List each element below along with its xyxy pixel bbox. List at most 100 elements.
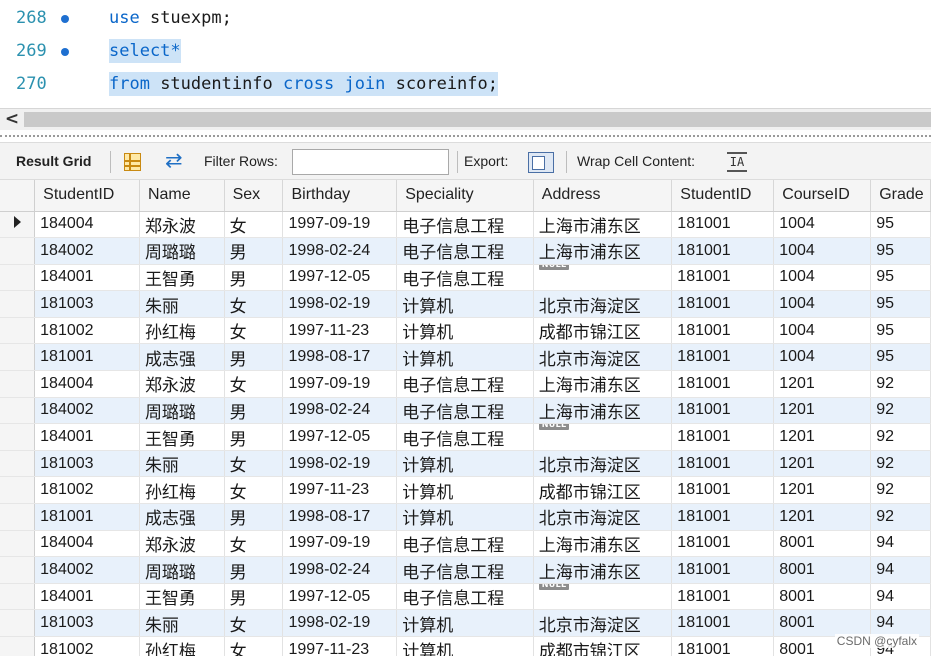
table-row[interactable]: 184001 王智勇男 1997-12-05 电子信息工程 NULL 181001 1004… bbox=[0, 264, 931, 292]
table-cell[interactable]: 男 bbox=[224, 397, 284, 425]
table-cell[interactable]: 1201 bbox=[773, 476, 872, 505]
export-icon[interactable] bbox=[528, 152, 554, 173]
table-cell[interactable]: 1201 bbox=[773, 370, 872, 398]
table-cell[interactable]: 184002 bbox=[34, 397, 140, 425]
table-row[interactable]: 181002 孙红梅女 1997-11-23 计算机 成都市锦江区 181001 1201 9… bbox=[0, 476, 931, 505]
table-cell[interactable]: 1998-02-19 bbox=[282, 450, 398, 478]
table-cell[interactable]: 1998-02-19 bbox=[282, 609, 398, 637]
table-cell[interactable]: 郑永波 bbox=[139, 530, 225, 558]
table-cell[interactable]: 女 bbox=[224, 476, 284, 505]
table-cell[interactable]: 王智勇 bbox=[139, 264, 225, 292]
table-cell[interactable]: 王智勇 bbox=[139, 583, 225, 611]
table-cell[interactable]: 北京市海淀区 bbox=[533, 343, 673, 372]
table-cell[interactable]: NULL bbox=[533, 264, 673, 292]
table-cell[interactable]: 184001 bbox=[34, 583, 140, 611]
table-cell[interactable]: 1997-09-19 bbox=[282, 530, 398, 558]
result-grid-tab[interactable]: Result Grid bbox=[16, 153, 91, 169]
table-row[interactable]: 184004 郑永波女 1997-09-19 电子信息工程 上海市浦东区 181001 12… bbox=[0, 370, 931, 398]
filter-rows-input[interactable] bbox=[292, 149, 449, 175]
table-cell[interactable]: 女 bbox=[224, 370, 284, 398]
table-cell[interactable]: 电子信息工程 bbox=[396, 397, 534, 425]
table-cell[interactable]: 181002 bbox=[34, 476, 140, 505]
table-cell[interactable]: 181003 bbox=[34, 609, 140, 637]
table-cell[interactable]: 计算机 bbox=[396, 609, 534, 637]
table-cell[interactable]: 男 bbox=[224, 556, 284, 584]
row-header[interactable] bbox=[0, 423, 36, 451]
table-cell[interactable]: 北京市海淀区 bbox=[533, 290, 673, 318]
column-header[interactable]: Address bbox=[533, 180, 673, 212]
row-header[interactable] bbox=[0, 476, 36, 505]
table-cell[interactable]: 1998-08-17 bbox=[282, 503, 398, 531]
table-cell[interactable]: 8001 bbox=[773, 583, 872, 611]
table-cell[interactable]: 181001 bbox=[34, 343, 140, 372]
table-row[interactable]: 184002 周璐璐男 1998-02-24 电子信息工程 上海市浦东区 181001 12… bbox=[0, 397, 931, 425]
table-cell[interactable]: 95 bbox=[870, 343, 931, 372]
table-cell[interactable]: 1004 bbox=[773, 211, 872, 239]
table-cell[interactable]: 女 bbox=[224, 530, 284, 558]
row-header[interactable] bbox=[0, 370, 36, 398]
table-cell[interactable]: 92 bbox=[870, 503, 931, 531]
table-row[interactable]: 184002 周璐璐男 1998-02-24 电子信息工程 上海市浦东区 181001 80… bbox=[0, 556, 931, 584]
table-cell[interactable]: 184004 bbox=[34, 211, 140, 239]
table-cell[interactable]: 1998-02-19 bbox=[282, 290, 398, 318]
table-cell[interactable]: 181001 bbox=[671, 370, 775, 398]
table-cell[interactable]: 计算机 bbox=[396, 476, 534, 505]
table-cell[interactable]: 1201 bbox=[773, 503, 872, 531]
table-row[interactable]: 181003 朱丽女 1998-02-19 计算机 北京市海淀区 181001 8001 94 bbox=[0, 609, 931, 637]
table-cell[interactable]: 成都市锦江区 bbox=[533, 476, 673, 505]
table-cell[interactable]: 94 bbox=[870, 609, 931, 637]
table-cell[interactable]: 电子信息工程 bbox=[396, 211, 534, 239]
table-cell[interactable]: 181001 bbox=[671, 264, 775, 292]
table-row[interactable]: 184004 郑永波女 1997-09-19 电子信息工程 上海市浦东区 181001 80… bbox=[0, 530, 931, 558]
table-cell[interactable]: NULL bbox=[533, 423, 673, 451]
table-cell[interactable]: 181001 bbox=[34, 503, 140, 531]
table-cell[interactable]: 上海市浦东区 bbox=[533, 556, 673, 584]
table-cell[interactable]: 181002 bbox=[34, 317, 140, 345]
table-row[interactable]: 184001 王智勇男 1997-12-05 电子信息工程 NULL 181001 8001… bbox=[0, 583, 931, 611]
table-cell[interactable]: 男 bbox=[224, 583, 284, 611]
table-cell[interactable]: NULL bbox=[533, 583, 673, 611]
table-cell[interactable]: 1997-09-19 bbox=[282, 211, 398, 239]
table-cell[interactable]: 孙红梅 bbox=[139, 476, 225, 505]
table-cell[interactable]: 1998-08-17 bbox=[282, 343, 398, 372]
table-cell[interactable]: 181001 bbox=[671, 476, 775, 505]
table-cell[interactable]: 95 bbox=[870, 290, 931, 318]
row-header[interactable] bbox=[0, 530, 36, 558]
table-cell[interactable]: 上海市浦东区 bbox=[533, 370, 673, 398]
table-cell[interactable]: 女 bbox=[224, 450, 284, 478]
table-cell[interactable]: 1998-02-24 bbox=[282, 237, 398, 265]
column-header[interactable]: Birthday bbox=[282, 180, 398, 212]
table-cell[interactable]: 181001 bbox=[671, 317, 775, 345]
column-header[interactable]: StudentID bbox=[671, 180, 775, 212]
table-cell[interactable]: 女 bbox=[224, 290, 284, 318]
row-header[interactable] bbox=[0, 503, 36, 531]
table-cell[interactable]: 184001 bbox=[34, 264, 140, 292]
table-cell[interactable]: 王智勇 bbox=[139, 423, 225, 451]
table-cell[interactable]: 女 bbox=[224, 211, 284, 239]
table-cell[interactable]: 1998-02-24 bbox=[282, 397, 398, 425]
table-cell[interactable]: 1201 bbox=[773, 423, 872, 451]
table-cell[interactable]: 95 bbox=[870, 317, 931, 345]
table-cell[interactable]: 北京市海淀区 bbox=[533, 503, 673, 531]
table-cell[interactable]: 男 bbox=[224, 237, 284, 265]
table-cell[interactable]: 1998-02-24 bbox=[282, 556, 398, 584]
table-cell[interactable]: 95 bbox=[870, 264, 931, 292]
table-cell[interactable]: 孙红梅 bbox=[139, 636, 225, 656]
table-cell[interactable]: 周璐璐 bbox=[139, 556, 225, 584]
table-cell[interactable]: 周璐璐 bbox=[139, 237, 225, 265]
column-header[interactable]: Name bbox=[139, 180, 225, 212]
table-cell[interactable]: 成都市锦江区 bbox=[533, 636, 673, 656]
code-line[interactable]: 270 from studentinfo cross join scoreinfo… bbox=[0, 68, 931, 101]
table-cell[interactable]: 电子信息工程 bbox=[396, 264, 534, 292]
row-header[interactable] bbox=[0, 450, 36, 478]
statement-marker-icon[interactable] bbox=[61, 15, 69, 23]
row-header[interactable] bbox=[0, 343, 36, 372]
scrollbar-thumb[interactable] bbox=[24, 112, 931, 127]
table-cell[interactable]: 8001 bbox=[773, 609, 872, 637]
table-row[interactable]: 181001 成志强男 1998-08-17 计算机 北京市海淀区 181001 1201 9… bbox=[0, 503, 931, 531]
code-text[interactable]: from studentinfo cross join scoreinfo; bbox=[109, 72, 498, 96]
grid-view-icon[interactable] bbox=[124, 153, 141, 171]
table-cell[interactable]: 94 bbox=[870, 556, 931, 584]
panel-splitter[interactable] bbox=[0, 135, 931, 138]
table-row[interactable]: 181001 成志强男 1998-08-17 计算机 北京市海淀区 181001 1004 9… bbox=[0, 343, 931, 372]
